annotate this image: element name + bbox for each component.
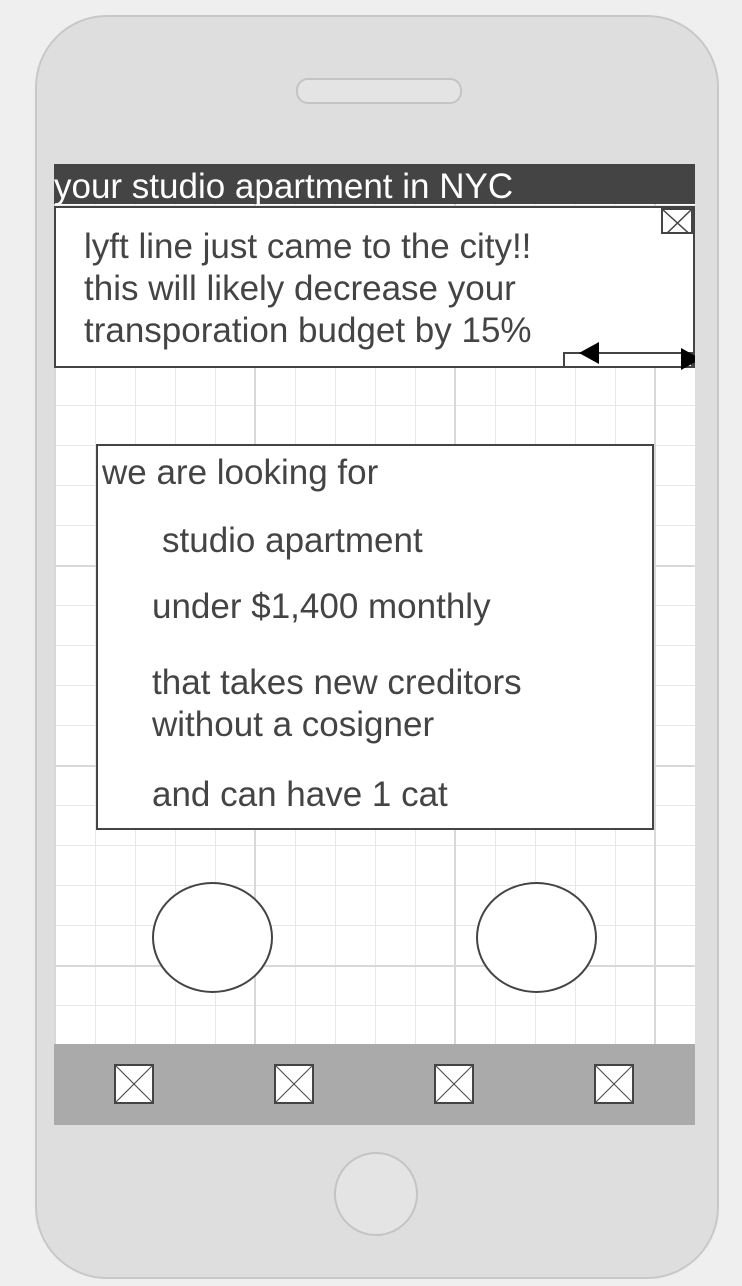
circle-button-right[interactable] <box>476 882 597 993</box>
arrow-right-icon[interactable] <box>681 348 695 370</box>
criteria-heading: we are looking for <box>102 453 379 492</box>
page-title: your studio apartment in NYC <box>54 164 695 206</box>
tab-3-image-placeholder-icon[interactable] <box>434 1064 474 1104</box>
phone-speaker <box>296 78 462 104</box>
criteria-item: that takes new creditors <box>152 663 522 702</box>
tab-2-image-placeholder-icon[interactable] <box>274 1064 314 1104</box>
notification-line: transporation budget by 15% <box>84 311 532 350</box>
home-button[interactable] <box>334 1152 418 1236</box>
criteria-item: under $1,400 monthly <box>152 587 491 626</box>
pager-control <box>563 342 695 370</box>
notification-line: this will likely decrease your <box>84 269 516 308</box>
tab-4-image-placeholder-icon[interactable] <box>594 1064 634 1104</box>
arrow-left-icon[interactable] <box>579 342 599 364</box>
criteria-item: studio apartment <box>162 521 423 560</box>
circle-button-left[interactable] <box>152 882 273 993</box>
notification-line: lyft line just came to the city!! <box>84 227 532 266</box>
criteria-item: without a cosigner <box>152 705 435 744</box>
notification-banner: lyft line just came to the city!! this w… <box>54 206 695 370</box>
search-criteria-card: we are looking for studio apartment unde… <box>96 444 654 830</box>
close-icon[interactable] <box>661 208 693 234</box>
screen: your studio apartment in NYC lyft line j… <box>54 164 695 1125</box>
tab-bar <box>54 1044 695 1125</box>
notification-text: lyft line just came to the city!! this w… <box>84 226 532 352</box>
criteria-item: and can have 1 cat <box>152 775 448 814</box>
tab-1-image-placeholder-icon[interactable] <box>114 1064 154 1104</box>
